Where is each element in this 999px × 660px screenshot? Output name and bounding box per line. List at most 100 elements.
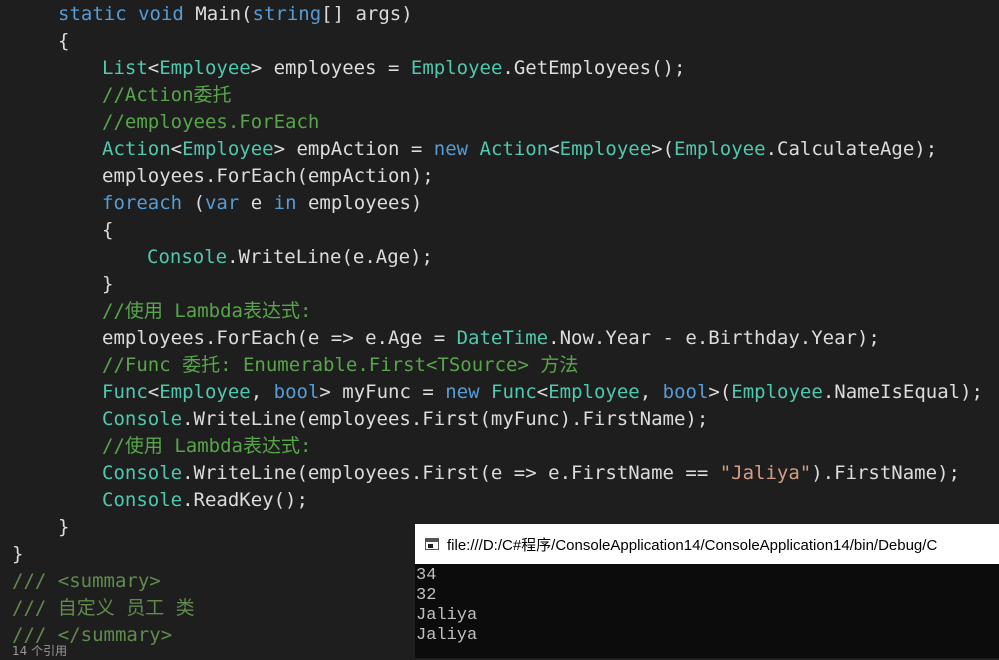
reference-count-token: 14 个引用 [12, 644, 68, 658]
code-line[interactable]: Console.WriteLine(employees.First(e => e… [102, 460, 960, 487]
type-token: Employee [182, 138, 274, 160]
code-line[interactable]: } [12, 541, 23, 568]
type-token: Employee [548, 381, 640, 403]
type-token: Action [102, 138, 171, 160]
doc-comment-token: /// <summary> [12, 570, 161, 592]
code-line[interactable]: } [58, 514, 69, 541]
code-token: .CalculateAge); [765, 138, 938, 160]
code-line[interactable]: //Func 委托: Enumerable.First<TSource> 方法 [102, 352, 578, 379]
code-token: } [102, 273, 114, 295]
code-token: employees.ForEach(e => e.Age = [102, 327, 457, 349]
code-line[interactable]: Func<Employee, bool> myFunc = new Func<E… [102, 379, 983, 406]
code-token: ( [182, 192, 205, 214]
code-line[interactable]: Console.WriteLine(e.Age); [147, 244, 433, 271]
codelens-reference-count[interactable]: 14 个引用 [12, 641, 67, 658]
console-output-line: Jaliya [416, 626, 478, 645]
code-token: .NameIsEqual); [822, 381, 983, 403]
code-token: [] args) [321, 3, 413, 25]
code-token: , [250, 381, 274, 403]
code-token: < [170, 138, 183, 160]
type-token: Func [491, 381, 537, 403]
code-token: < [147, 57, 160, 79]
code-token: employees) [296, 192, 423, 214]
type-token: Employee [159, 57, 251, 79]
keyword-token: bool [273, 381, 320, 403]
keyword-token: bool [662, 381, 709, 403]
type-token: Employee [159, 381, 251, 403]
type-token: Employee [674, 138, 766, 160]
code-line[interactable]: //Action委托 [102, 82, 232, 109]
string-token: "Jaliya" [719, 462, 812, 484]
type-token: Action [479, 138, 549, 160]
code-line[interactable]: Console.WriteLine(employees.First(myFunc… [102, 406, 708, 433]
type-token: Console [102, 462, 183, 484]
code-token: < [548, 138, 560, 160]
keyword-token: void [138, 3, 184, 25]
console-output-line: 34 [416, 566, 437, 585]
code-line[interactable]: Console.ReadKey(); [102, 487, 308, 514]
code-token: > employees = [250, 57, 411, 79]
console-title: file:///D:/C#程序/ConsoleApplication14/Con… [447, 536, 938, 554]
comment-token: //employees.ForEach [102, 111, 320, 133]
comment-token: //使用 Lambda表达式: [102, 300, 312, 322]
console-window[interactable]: file:///D:/C#程序/ConsoleApplication14/Con… [415, 524, 999, 658]
code-line[interactable]: Action<Employee> empAction = new Action<… [102, 136, 937, 163]
console-titlebar[interactable]: file:///D:/C#程序/ConsoleApplication14/Con… [415, 524, 999, 564]
code-token: .GetEmployees(); [502, 57, 686, 79]
code-token: > myFunc = [319, 381, 446, 403]
type-token: Employee [410, 57, 503, 79]
code-line[interactable]: /// <summary> [12, 568, 161, 595]
console-app-icon [425, 538, 439, 550]
doc-comment-token: /// 自定义 员工 类 [12, 597, 195, 619]
code-line[interactable]: List<Employee> employees = Employee.GetE… [102, 55, 685, 82]
code-token: Main( [183, 3, 253, 25]
keyword-token: in [273, 192, 297, 214]
console-output-line: 32 [416, 586, 437, 605]
keyword-token: new [445, 381, 480, 403]
code-token: { [58, 30, 70, 52]
keyword-token: foreach [102, 192, 183, 214]
code-token: e [239, 192, 274, 214]
code-line[interactable]: employees.ForEach(e => e.Age = DateTime.… [102, 325, 880, 352]
code-token: .WriteLine(employees.First(e => e.FirstN… [182, 462, 720, 484]
comment-token: //Action委托 [102, 84, 232, 106]
code-token: .Now.Year - e.Birthday.Year); [548, 327, 880, 349]
type-token: List [102, 57, 148, 79]
type-token: Console [147, 246, 228, 268]
comment-token: //Func 委托: Enumerable.First<TSource> 方法 [102, 354, 579, 376]
type-token: DateTime [456, 327, 549, 349]
code-line[interactable]: //使用 Lambda表达式: [102, 298, 311, 325]
code-line[interactable]: { [102, 217, 113, 244]
type-token: Employee [731, 381, 823, 403]
comment-token: //使用 Lambda表达式: [102, 435, 312, 457]
code-line[interactable]: static void Main(string[] args) [58, 1, 413, 28]
type-token: Employee [559, 138, 652, 160]
code-token: .WriteLine(e.Age); [227, 246, 433, 268]
code-line[interactable]: foreach (var e in employees) [102, 190, 422, 217]
keyword-token: new [433, 138, 469, 160]
keyword-token: static [58, 3, 127, 25]
code-line[interactable]: } [102, 271, 113, 298]
code-line[interactable]: //employees.ForEach [102, 109, 319, 136]
code-line[interactable]: //使用 Lambda表达式: [102, 433, 311, 460]
code-token: < [536, 381, 549, 403]
console-output: 34 32 Jaliya Jaliya [415, 564, 999, 646]
code-token: < [147, 381, 160, 403]
console-output-line: Jaliya [416, 606, 478, 625]
code-token: { [102, 219, 114, 241]
code-token: employees.ForEach(empAction); [102, 165, 434, 187]
code-token: .WriteLine(employees.First(myFunc).First… [182, 408, 709, 430]
code-token: ).FirstName); [811, 462, 960, 484]
code-token: } [58, 516, 70, 538]
keyword-token: var [204, 192, 240, 214]
code-token: .ReadKey(); [182, 489, 308, 511]
code-token: > empAction = [273, 138, 434, 160]
keyword-token: string [252, 3, 322, 25]
code-token: , [639, 381, 663, 403]
code-line[interactable]: { [58, 28, 69, 55]
code-line[interactable]: employees.ForEach(empAction); [102, 163, 434, 190]
code-line[interactable]: /// 自定义 员工 类 [12, 595, 195, 622]
